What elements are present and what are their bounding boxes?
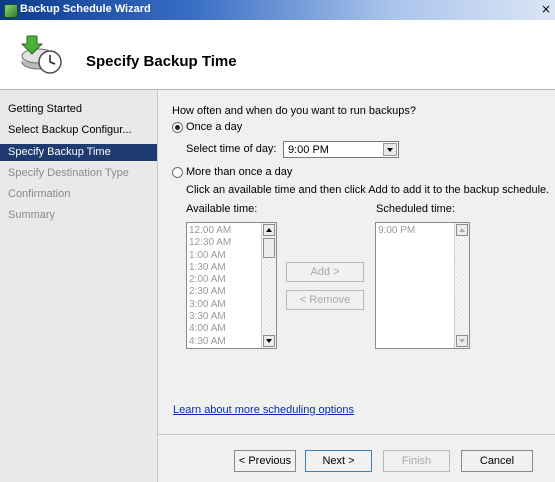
list-item[interactable]: 3:30 AM (188, 311, 231, 323)
scheduled-times-items: 9:00 PM (377, 225, 415, 237)
list-item[interactable]: 3:00 AM (188, 299, 231, 311)
scroll-down-icon[interactable] (456, 335, 468, 347)
scheduled-time-label: Scheduled time: (376, 203, 455, 215)
list-item[interactable]: 12:00 AM (188, 225, 231, 237)
list-item[interactable]: 2:00 AM (188, 274, 231, 286)
page-title: Specify Backup Time (86, 53, 237, 70)
available-time-label: Available time: (186, 203, 258, 215)
scroll-up-icon[interactable] (456, 224, 468, 236)
title-bar: Backup Schedule Wizard × (0, 0, 555, 20)
step-select-backup-configuration[interactable]: Select Backup Configur... (0, 122, 157, 139)
list-item[interactable]: 12:30 AM (188, 237, 231, 249)
question-text: How often and when do you want to run ba… (172, 105, 416, 117)
more-than-once-label[interactable]: More than once a day (186, 166, 292, 178)
available-times-list[interactable]: 12:00 AM 12:30 AM 1:00 AM 1:30 AM 2:00 A… (186, 222, 277, 349)
list-item[interactable]: 2:30 AM (188, 286, 231, 298)
time-of-day-value: 9:00 PM (288, 144, 329, 156)
learn-scheduling-link[interactable]: Learn about more scheduling options (173, 404, 354, 416)
list-item[interactable]: 1:00 AM (188, 250, 231, 262)
previous-button[interactable]: < Previous (234, 450, 296, 472)
step-getting-started[interactable]: Getting Started (0, 101, 157, 118)
finish-button[interactable]: Finish (383, 450, 450, 472)
scroll-down-icon[interactable] (263, 335, 275, 347)
instruction-text: Click an available time and then click A… (186, 184, 550, 196)
list-item[interactable]: 1:30 AM (188, 262, 231, 274)
select-time-label: Select time of day: (186, 143, 277, 155)
available-times-scrollbar[interactable] (261, 223, 276, 348)
app-icon (4, 4, 18, 18)
add-button[interactable]: Add > (286, 262, 364, 282)
cancel-button[interactable]: Cancel (461, 450, 533, 472)
next-button[interactable]: Next > (305, 450, 372, 472)
chevron-down-icon[interactable] (383, 143, 397, 156)
list-item[interactable]: 4:30 AM (188, 336, 231, 348)
step-confirmation: Confirmation (8, 188, 71, 200)
backup-clock-icon (20, 35, 62, 74)
step-summary: Summary (8, 209, 56, 221)
time-of-day-select[interactable]: 9:00 PM (283, 141, 399, 158)
list-item[interactable]: 4:00 AM (188, 323, 231, 335)
wizard-header: Specify Backup Time (0, 20, 555, 90)
wizard-steps-sidebar: Getting Started Select Backup Configur..… (0, 90, 158, 482)
list-item[interactable]: 9:00 PM (377, 225, 415, 237)
window-title: Backup Schedule Wizard (20, 3, 151, 15)
more-than-once-radio[interactable] (172, 167, 183, 178)
scheduled-times-scrollbar[interactable] (454, 223, 469, 348)
step-specify-destination-type: Specify Destination Type (8, 167, 129, 179)
close-icon[interactable]: × (539, 2, 553, 16)
footer-divider (158, 434, 555, 435)
step-specify-backup-time[interactable]: Specify Backup Time (0, 144, 157, 161)
scroll-thumb[interactable] (263, 238, 275, 258)
remove-button[interactable]: < Remove (286, 290, 364, 310)
once-a-day-radio[interactable] (172, 122, 183, 133)
scheduled-times-list[interactable]: 9:00 PM (375, 222, 470, 349)
available-times-items: 12:00 AM 12:30 AM 1:00 AM 1:30 AM 2:00 A… (188, 225, 231, 348)
scroll-up-icon[interactable] (263, 224, 275, 236)
once-a-day-label[interactable]: Once a day (186, 121, 242, 133)
